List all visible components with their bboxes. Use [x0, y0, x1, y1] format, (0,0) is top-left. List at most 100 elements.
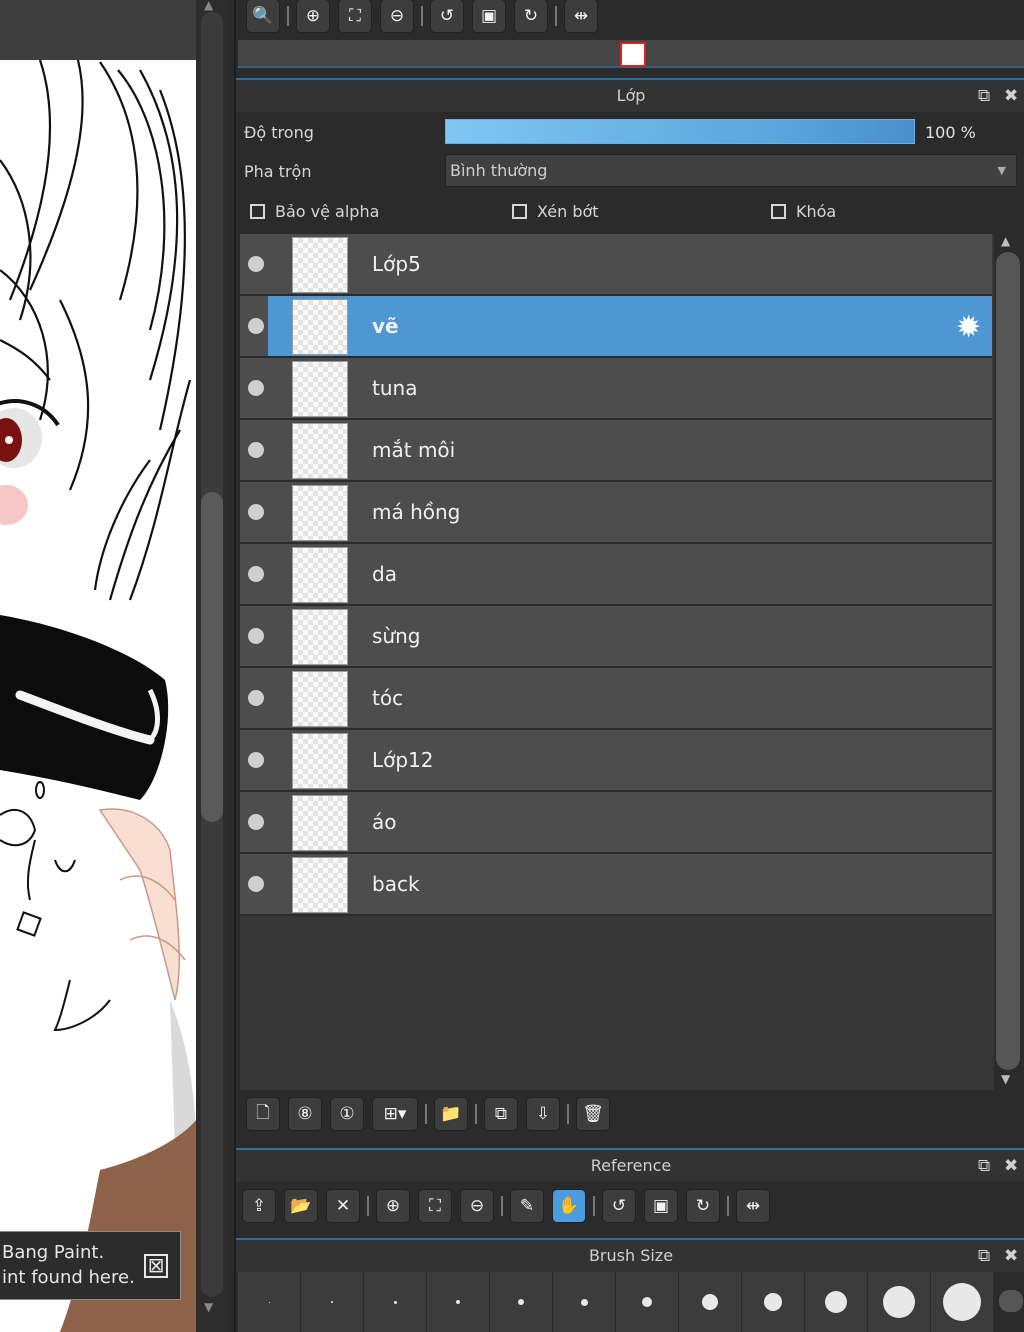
close-icon[interactable]: ✖	[1004, 80, 1018, 112]
new-folder-icon[interactable]: 📁	[434, 1097, 468, 1131]
layer-thumbnail	[292, 609, 348, 665]
blend-mode-select[interactable]: Bình thường ▼	[445, 154, 1017, 187]
new-8bit-layer-icon[interactable]: ⑧	[288, 1097, 322, 1131]
close-icon[interactable]: ✖	[1004, 1150, 1018, 1182]
brush-size-preset[interactable]	[490, 1272, 552, 1332]
checkbox-box[interactable]	[771, 204, 786, 219]
separator	[425, 1104, 427, 1124]
brush-size-panel-header: Brush Size ⧉ ✖	[236, 1238, 1024, 1272]
brush-size-preset[interactable]	[427, 1272, 489, 1332]
zoom-in-icon[interactable]: ⊕	[296, 0, 330, 33]
brush-size-preset[interactable]	[868, 1272, 930, 1332]
zoom-in-icon[interactable]: ⊕	[376, 1189, 410, 1223]
zoom-out-icon[interactable]: ⊖	[380, 0, 414, 33]
brush-size-preset[interactable]	[679, 1272, 741, 1332]
layer-row[interactable]: da	[240, 544, 992, 606]
visibility-eye-icon[interactable]	[248, 256, 264, 272]
zoom-search-icon[interactable]: 🔍	[246, 0, 280, 33]
brush-size-preset[interactable]	[238, 1272, 300, 1332]
layer-row[interactable]: mắt môi	[240, 420, 992, 482]
merge-down-icon[interactable]: ⇩	[526, 1097, 560, 1131]
rotate-right-icon[interactable]: ↻	[514, 0, 548, 33]
brush-size-dot	[580, 1298, 588, 1306]
popout-icon[interactable]: ⧉	[978, 1240, 990, 1272]
new-1bit-layer-icon[interactable]: ①	[330, 1097, 364, 1131]
hand-icon[interactable]: ✋	[552, 1189, 586, 1223]
layer-row[interactable]: tóc	[240, 668, 992, 730]
brush-size-preset[interactable]	[931, 1272, 993, 1332]
visibility-eye-icon[interactable]	[248, 876, 264, 892]
scroll-up-arrow-icon[interactable]: ▲	[1001, 234, 1010, 248]
visibility-eye-icon[interactable]	[248, 690, 264, 706]
visibility-eye-icon[interactable]	[248, 752, 264, 768]
delete-layer-icon[interactable]: 🗑	[576, 1097, 610, 1131]
visibility-eye-icon[interactable]	[248, 628, 264, 644]
layer-row[interactable]: Lớp12	[240, 730, 992, 792]
canvas-vertical-scrollbar[interactable]: ▲ ▼	[196, 0, 228, 1332]
opacity-slider[interactable]	[445, 119, 915, 144]
protect-alpha-checkbox[interactable]: Bảo vệ alpha	[250, 202, 379, 221]
visibility-eye-icon[interactable]	[248, 380, 264, 396]
flip-horizontal-icon[interactable]: ⇹	[564, 0, 598, 33]
close-icon[interactable]: ✕	[326, 1189, 360, 1223]
brush-size-preset[interactable]	[553, 1272, 615, 1332]
rotate-left-icon[interactable]: ↺	[430, 0, 464, 33]
brush-size-preset[interactable]	[805, 1272, 867, 1332]
close-icon[interactable]: ✖	[1004, 1240, 1018, 1272]
visibility-eye-icon[interactable]	[248, 814, 264, 830]
scroll-down-arrow-icon[interactable]: ▼	[1001, 1072, 1010, 1086]
scroll-down-arrow-icon[interactable]: ▼	[204, 1300, 213, 1314]
navigator-thumbnail[interactable]	[620, 42, 646, 67]
visibility-eye-icon[interactable]	[248, 566, 264, 582]
brush-size-preset[interactable]	[742, 1272, 804, 1332]
brush-size-preset[interactable]	[301, 1272, 363, 1332]
visibility-eye-icon[interactable]	[248, 318, 264, 334]
flip-horizontal-icon[interactable]: ⇹	[736, 1189, 770, 1223]
layer-row[interactable]: Lớp5	[240, 234, 992, 296]
visibility-eye-icon[interactable]	[248, 504, 264, 520]
upload-cloud-icon[interactable]: ⇪	[242, 1189, 276, 1223]
scroll-up-arrow-icon[interactable]: ▲	[204, 0, 213, 12]
navigator-preview[interactable]	[238, 40, 1024, 68]
eyedropper-icon[interactable]: ✎	[510, 1189, 544, 1223]
rotate-left-icon[interactable]: ↺	[602, 1189, 636, 1223]
fit-screen-icon[interactable]: ⛶	[338, 0, 372, 33]
popout-icon[interactable]: ⧉	[978, 80, 990, 112]
layer-thumbnail	[292, 795, 348, 851]
lock-checkbox[interactable]: Khóa	[771, 202, 836, 221]
layer-row-selected[interactable]: vẽ ✹	[240, 296, 992, 358]
actual-size-icon[interactable]: ▣	[644, 1189, 678, 1223]
brush-size-preset[interactable]	[616, 1272, 678, 1332]
fit-screen-icon[interactable]: ⛶	[418, 1189, 452, 1223]
open-folder-icon[interactable]: 📂	[284, 1189, 318, 1223]
visibility-eye-icon[interactable]	[248, 442, 264, 458]
duplicate-layer-icon[interactable]: ⧉	[484, 1097, 518, 1131]
gear-icon[interactable]: ✹	[956, 310, 981, 345]
artwork-canvas[interactable]	[0, 60, 196, 1332]
scroll-thumb[interactable]	[996, 252, 1020, 1070]
canvas-area[interactable]: ▲ ▼ Bang Paint. int found here. ⊠	[0, 0, 228, 1332]
rotate-right-icon[interactable]: ↻	[686, 1189, 720, 1223]
clipping-checkbox[interactable]: Xén bớt	[512, 202, 599, 221]
layer-thumbnail	[292, 733, 348, 789]
layer-row[interactable]: sừng	[240, 606, 992, 668]
add-layer-dropdown-icon[interactable]: ⊞▾	[372, 1097, 418, 1131]
new-layer-icon[interactable]: 🗋	[246, 1097, 280, 1131]
brush-size-preset[interactable]	[364, 1272, 426, 1332]
layer-row[interactable]: áo	[240, 792, 992, 854]
layer-list-scrollbar[interactable]: ▲ ▼	[994, 234, 1024, 1090]
zoom-out-icon[interactable]: ⊖	[460, 1189, 494, 1223]
popout-icon[interactable]: ⧉	[978, 1150, 990, 1182]
layer-row[interactable]: tuna	[240, 358, 992, 420]
layer-row[interactable]: má hồng	[240, 482, 992, 544]
actual-size-icon[interactable]: ▣	[472, 0, 506, 33]
layer-list[interactable]: Lớp5 vẽ ✹ tuna mắt môi má hồng da sừng t…	[240, 234, 994, 1090]
scroll-thumb[interactable]	[999, 1290, 1023, 1312]
checkbox-box[interactable]	[512, 204, 527, 219]
close-icon[interactable]: ⊠	[144, 1254, 168, 1278]
layer-name: mắt môi	[372, 438, 456, 462]
scroll-thumb[interactable]	[201, 492, 223, 822]
layer-row[interactable]: back	[240, 854, 992, 916]
checkbox-box[interactable]	[250, 204, 265, 219]
brush-size-scrollbar[interactable]	[996, 1272, 1024, 1332]
